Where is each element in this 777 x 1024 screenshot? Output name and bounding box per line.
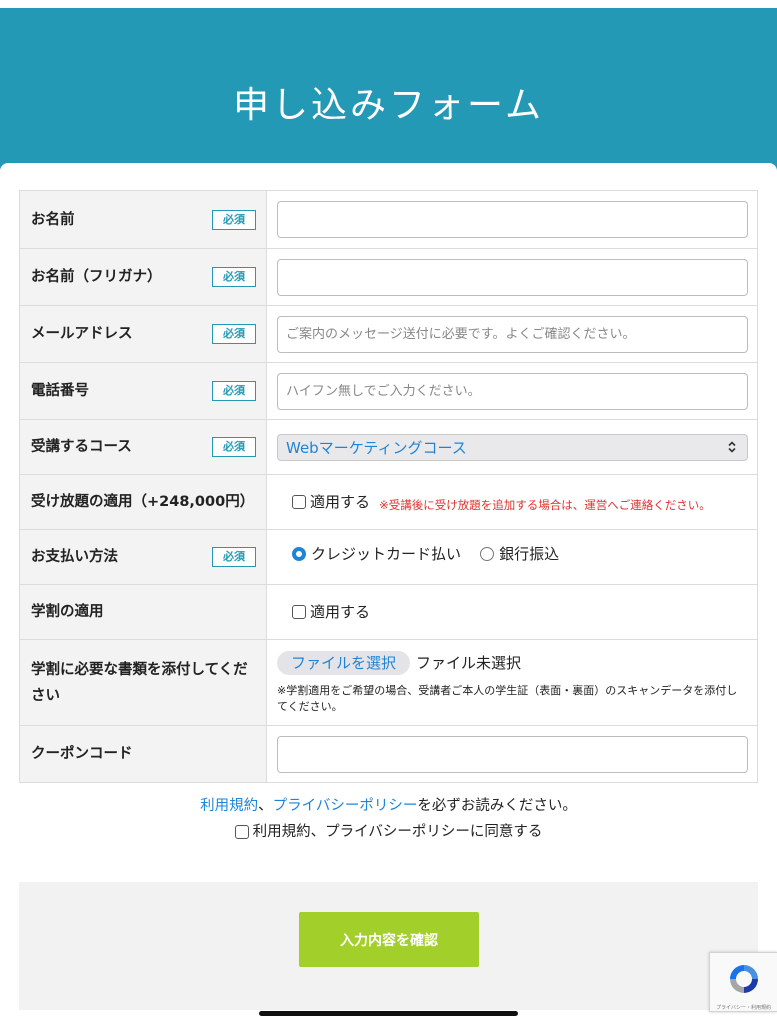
payment-bank-label: 銀行振込	[499, 545, 560, 564]
coupon-label: クーポンコード	[31, 746, 133, 762]
kana-input[interactable]	[277, 258, 748, 296]
student-discount-checkbox[interactable]	[292, 604, 306, 619]
confirm-button[interactable]: 入力内容を確認	[299, 912, 479, 967]
student-discount-option[interactable]: 適用する	[292, 601, 370, 622]
form-row-phone: 電話番号 必須	[19, 362, 758, 420]
form-row-kana: お名前（フリガナ） 必須	[19, 248, 758, 306]
payment-label: お支払い方法	[31, 549, 118, 565]
coupon-input[interactable]	[277, 735, 748, 773]
file-status: ファイル未選択	[416, 654, 522, 672]
required-badge: 必須	[212, 209, 256, 230]
page-title: 申し込みフォーム	[233, 85, 544, 126]
required-badge: 必須	[212, 547, 256, 567]
agree-checkbox[interactable]	[234, 825, 249, 839]
phone-input[interactable]	[277, 372, 748, 410]
phone-label: 電話番号	[31, 383, 89, 399]
student-discount-checkbox-label: 適用する	[310, 603, 371, 622]
terms-separator: 、	[258, 798, 273, 814]
recaptcha-icon	[726, 961, 762, 1001]
form-row-name: お名前 必須	[19, 190, 758, 249]
form-row-student-docs: 学割に必要な書類を添付してください ファイルを選択 ファイル未選択 ※学割適用を…	[19, 639, 758, 726]
course-select[interactable]: Webマーケティングコース	[277, 433, 748, 461]
email-input[interactable]	[277, 315, 748, 353]
chevron-up-down-icon	[727, 440, 737, 454]
unlimited-option[interactable]: 適用する	[292, 491, 370, 512]
student-docs-label: 学割に必要な書類を添付してください	[31, 661, 248, 704]
kana-label: お名前（フリガナ）	[31, 269, 162, 285]
name-label: お名前	[31, 211, 75, 228]
form-row-payment: お支払い方法 必須 クレジットカード払い 銀行振込	[19, 529, 758, 585]
student-docs-note: ※学割適用をご希望の場合、受講者ご本人の学生証（表面・裏面）のスキャンデータを添…	[277, 683, 738, 713]
required-badge: 必須	[212, 324, 256, 344]
form-row-student-discount: 学割の適用 適用する	[19, 584, 758, 640]
email-label: メールアドレス	[31, 326, 133, 342]
required-badge: 必須	[212, 267, 256, 287]
unlimited-note: ※受講後に受け放題を追加する場合は、運営へご連絡ください。	[379, 497, 711, 512]
name-input[interactable]	[277, 201, 748, 238]
unlimited-checkbox-label: 適用する	[310, 493, 371, 512]
unlimited-checkbox[interactable]	[292, 494, 306, 509]
payment-bank-radio[interactable]	[480, 546, 495, 561]
terms-notice-suffix: を必ずお読みください。	[417, 798, 577, 814]
form-row-email: メールアドレス 必須	[19, 305, 758, 363]
recaptcha-badge[interactable]: プライバシー・利用規約	[709, 952, 777, 1012]
form-row-unlimited: 受け放題の適用（+248,000円） 適用する ※受講後に受け放題を追加する場合…	[19, 474, 758, 530]
terms-notice: 利用規約、プライバシーポリシーを必ずお読みください。	[0, 793, 777, 819]
home-indicator	[259, 1011, 518, 1016]
agree-option[interactable]: 利用規約、プライバシーポリシーに同意する	[234, 819, 543, 845]
student-discount-label: 学割の適用	[31, 604, 104, 620]
terms-section: 利用規約、プライバシーポリシーを必ずお読みください。 利用規約、プライバシーポリ…	[0, 793, 777, 848]
required-badge: 必須	[212, 437, 256, 457]
form-row-coupon: クーポンコード	[19, 725, 758, 783]
terms-link[interactable]: 利用規約	[200, 798, 258, 814]
payment-credit-label: クレジットカード払い	[311, 545, 462, 564]
payment-credit-radio[interactable]	[292, 546, 306, 561]
course-label: 受講するコース	[31, 439, 132, 455]
required-badge: 必須	[212, 381, 256, 401]
recaptcha-text[interactable]: プライバシー・利用規約	[716, 1004, 771, 1011]
privacy-policy-link[interactable]: プライバシーポリシー	[273, 798, 418, 814]
unlimited-label: 受け放題の適用（+248,000円）	[31, 494, 255, 510]
page-header: 申し込みフォーム	[0, 8, 777, 178]
payment-option-bank[interactable]: 銀行振込	[480, 543, 559, 564]
agree-label: 利用規約、プライバシーポリシーに同意する	[252, 824, 543, 840]
submit-area: 入力内容を確認	[19, 882, 758, 1010]
form-row-course: 受講するコース 必須 Webマーケティングコース	[19, 419, 758, 475]
course-selected-value: Webマーケティングコース	[286, 438, 467, 457]
application-form: お名前 必須 お名前（フリガナ） 必須 メールアドレス 必須 ご案内のメッセージ…	[19, 190, 758, 783]
payment-option-credit[interactable]: クレジットカード払い	[292, 543, 461, 564]
choose-file-button[interactable]: ファイルを選択	[277, 650, 411, 675]
